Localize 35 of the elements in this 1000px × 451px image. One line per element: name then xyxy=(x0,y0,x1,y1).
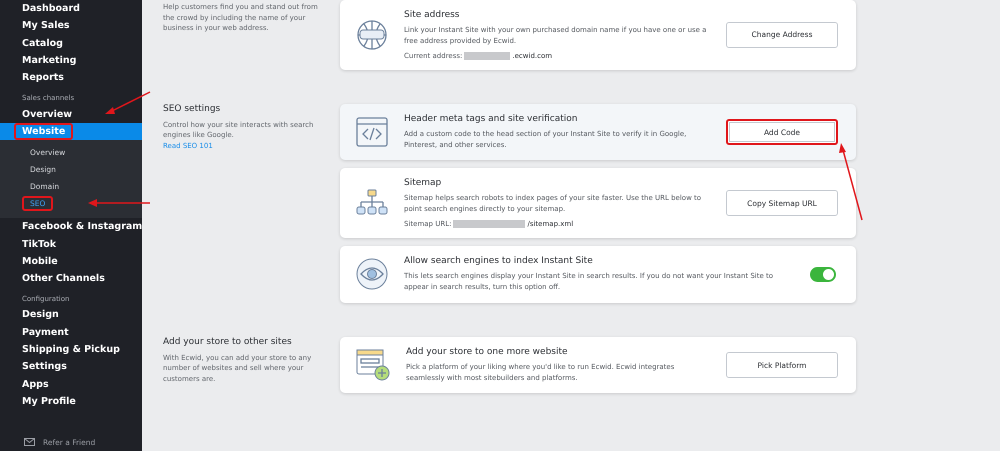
browser-plus-icon xyxy=(356,349,390,382)
sidebar-item[interactable]: Overview xyxy=(0,105,142,123)
code-window-icon xyxy=(356,117,388,148)
envelope-icon xyxy=(24,438,35,446)
section-title: SEO settings xyxy=(163,104,222,114)
sidebar-item[interactable]: Mobile xyxy=(0,252,142,270)
section-title: Add your store to other sites xyxy=(163,336,293,347)
sidebar-item[interactable]: Dashboard xyxy=(0,0,142,18)
toggle-switch[interactable] xyxy=(810,266,836,282)
sidebar-item[interactable]: Apps xyxy=(0,375,142,393)
sidebar-item[interactable]: TikTok xyxy=(0,235,142,253)
card-title: Header meta tags and site verification xyxy=(404,114,578,124)
sidebar-item[interactable]: Website xyxy=(0,122,142,140)
sidebar-item[interactable]: Catalog xyxy=(0,34,142,52)
sidebar-item[interactable]: Facebook & Instagram xyxy=(0,218,142,236)
annotation-arrow xyxy=(88,199,150,207)
sidebar-item[interactable]: Other Channels xyxy=(0,270,142,288)
sidebar-item[interactable]: Settings xyxy=(0,358,142,376)
sidebar-item[interactable]: My Sales xyxy=(0,17,142,35)
card-title: Site address xyxy=(404,10,460,20)
sidebar-item[interactable]: Design xyxy=(0,306,142,324)
sitemap-icon xyxy=(356,189,388,218)
sidebar-item[interactable]: Payment xyxy=(0,324,142,341)
globe-icon xyxy=(356,18,388,51)
sidebar-item[interactable]: Reports xyxy=(0,69,142,86)
sidebar-item[interactable]: Marketing xyxy=(0,52,142,70)
card-title: Allow search engines to index Instant Site xyxy=(404,256,594,266)
sidebar-item[interactable]: Shipping & Pickup xyxy=(0,340,142,358)
annotation-arrow xyxy=(105,91,150,114)
sidebar-item[interactable]: My Profile xyxy=(0,392,142,410)
card-title: Add your store to one more website xyxy=(406,346,569,357)
redacted-block xyxy=(464,52,510,60)
card-title: Sitemap xyxy=(404,178,442,188)
highlight-frame: Website xyxy=(14,122,74,140)
eye-icon xyxy=(356,258,388,290)
